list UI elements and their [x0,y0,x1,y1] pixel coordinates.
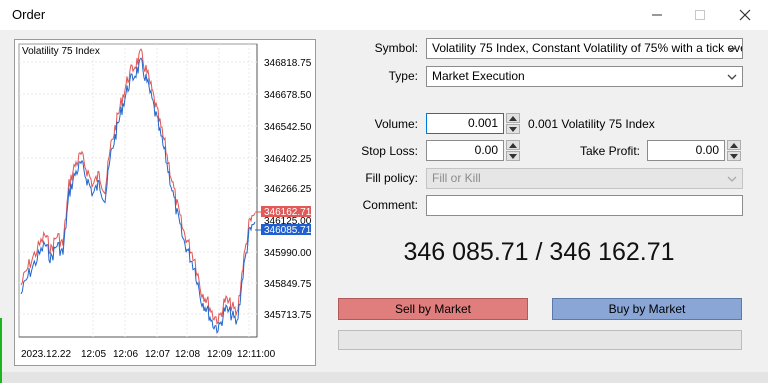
bid-tag-label: 346085.71 [264,225,312,236]
takeprofit-input[interactable]: 0.00 [647,140,725,161]
takeprofit-down-button[interactable] [727,151,741,161]
title-bar: Order [0,0,768,30]
symbol-select[interactable]: Volatility 75 Index, Constant Volatility… [426,38,743,59]
chevron-up-icon [730,142,738,148]
y-tick-label: 345990.00 [264,248,312,259]
background-chart-edge [0,318,2,383]
x-tick-label: 12:07 [145,349,170,360]
chevron-up-icon [509,142,517,148]
chevron-down-icon [727,46,737,52]
volume-label: Volume: [374,117,418,131]
takeprofit-label: Take Profit: [579,144,640,158]
type-value: Market Execution [432,69,525,83]
fill-policy-label: Fill policy: [365,171,418,185]
x-tick-label: 12:05 [81,349,106,360]
bid-price-series [20,57,256,335]
volume-stepper[interactable] [506,113,520,134]
chevron-up-icon [509,115,517,121]
volume-input[interactable]: 0.001 [426,113,504,134]
minimize-button[interactable] [634,0,680,30]
takeprofit-stepper[interactable] [727,140,741,161]
status-bar [338,330,742,350]
chevron-down-icon [730,153,738,159]
x-tick-label: 2023.12.22 [21,349,71,360]
stoploss-up-button[interactable] [506,140,520,150]
volume-hint: 0.001 Volatility 75 Index [528,117,655,131]
chevron-down-icon [509,126,517,132]
stoploss-label: Stop Loss: [361,144,418,158]
x-tick-label: 12:06 [113,349,138,360]
chevron-down-icon [727,176,737,182]
stoploss-stepper[interactable] [506,140,520,161]
volume-down-button[interactable] [506,124,520,134]
y-tick-label: 346818.75 [264,58,312,69]
x-tick-label: 12:08 [175,349,200,360]
y-tick-label: 346542.50 [264,122,312,133]
tick-chart: Volatility 75 Index 346818.75 346678.50 34… [14,39,316,366]
y-tick-label: 346678.50 [264,90,312,101]
minimize-icon [652,14,662,16]
y-tick-label: 346402.25 [264,154,312,165]
fill-policy-select: Fill or Kill [426,168,743,189]
chevron-down-icon [727,74,737,80]
y-tick-label: 345713.75 [264,310,312,321]
stoploss-input[interactable]: 0.00 [426,140,504,161]
volume-up-button[interactable] [506,113,520,123]
sell-by-market-button[interactable]: Sell by Market [338,298,528,320]
close-icon [739,9,751,21]
buy-by-market-button[interactable]: Buy by Market [552,298,742,320]
bid-price-tag: 346085.71 [261,224,312,236]
close-button[interactable] [722,0,768,30]
chevron-down-icon [509,153,517,159]
comment-label: Comment: [362,198,418,212]
stoploss-down-button[interactable] [506,151,520,161]
symbol-value: Volatility 75 Index, Constant Volatility… [432,41,743,55]
maximize-icon [695,10,705,20]
comment-input[interactable] [426,195,743,216]
window-bottom-edge [0,372,768,383]
fill-policy-value: Fill or Kill [432,171,481,185]
window-title: Order [12,7,46,22]
y-tick-label: 346266.25 [264,184,312,195]
y-tick-label: 345849.75 [264,279,312,290]
maximize-button [677,0,723,30]
tick-chart-canvas: Volatility 75 Index 346818.75 346678.50 34… [18,43,312,360]
bid-ask-quote: 346 085.71 / 346 162.71 [403,238,675,266]
type-label: Type: [388,69,418,83]
plot-area [18,43,258,338]
symbol-label: Symbol: [374,41,418,55]
chart-symbol-caption: Volatility 75 Index [22,46,100,57]
takeprofit-up-button[interactable] [727,140,741,150]
x-tick-label: 12:11:00 [237,349,276,360]
type-select[interactable]: Market Execution [426,66,743,87]
x-tick-label: 12:09 [207,349,232,360]
